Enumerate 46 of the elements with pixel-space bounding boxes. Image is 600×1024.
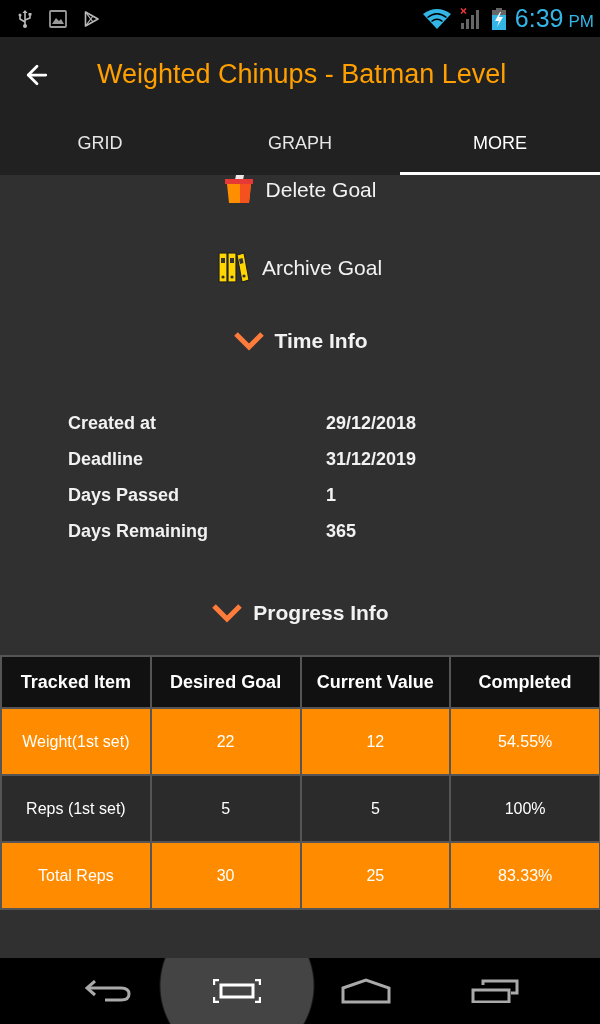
column-header: Current Value xyxy=(300,656,451,708)
table-cell: Reps (1st set) xyxy=(1,775,151,842)
recent-apps-icon xyxy=(471,979,519,1003)
clock-period: PM xyxy=(568,12,594,30)
delete-goal-button[interactable]: Delete Goal xyxy=(223,175,377,203)
table-cell: Total Reps xyxy=(1,842,151,909)
info-value: 31/12/2019 xyxy=(326,447,417,471)
signal-bars-icon xyxy=(459,8,482,29)
archive-goal-button[interactable]: Archive Goal xyxy=(217,252,383,283)
section-toggle[interactable]: Time Info xyxy=(232,329,368,353)
table-cell: 54.55% xyxy=(450,708,600,775)
tab[interactable]: GRAPH xyxy=(200,112,400,175)
battery-charging-icon xyxy=(491,7,506,30)
table-cell: 100% xyxy=(450,775,600,842)
clock-time: 6:39 xyxy=(514,6,564,31)
play-triangle-icon xyxy=(84,10,99,27)
table-cell: 12 xyxy=(300,708,451,775)
usb-icon xyxy=(18,9,32,28)
image-icon xyxy=(49,9,67,28)
screen-title: Weighted Chinups - Batman Level xyxy=(97,58,507,92)
info-label: Days Passed xyxy=(68,483,181,507)
column-header: Completed xyxy=(450,656,600,708)
screenshot-button[interactable] xyxy=(159,958,315,1024)
info-value: 1 xyxy=(326,483,336,507)
wifi-icon xyxy=(422,8,451,29)
info-value: 29/12/2018 xyxy=(326,411,417,435)
table-cell: 25 xyxy=(300,842,451,909)
table-cell: 5 xyxy=(300,775,451,842)
table-cell: 22 xyxy=(150,708,301,775)
section-toggle[interactable]: Progress Info xyxy=(211,601,389,625)
binders-icon xyxy=(217,252,250,283)
back-icon xyxy=(85,980,131,1002)
column-header: Desired Goal xyxy=(150,656,301,708)
info-label: Created at xyxy=(68,411,158,435)
table-cell: 83.33% xyxy=(450,842,600,909)
table-cell: 30 xyxy=(150,842,301,909)
info-label: Deadline xyxy=(68,447,145,471)
info-value: 365 xyxy=(326,519,357,543)
trash-bin-icon xyxy=(223,175,254,203)
table-cell: 5 xyxy=(150,775,301,842)
table-cell: Weight(1st set) xyxy=(1,708,151,775)
column-header: Tracked Item xyxy=(1,656,151,708)
tab[interactable]: GRID xyxy=(0,112,200,175)
screenshot-frame-icon xyxy=(213,979,261,1003)
home-icon xyxy=(341,978,391,1004)
info-label: Days Remaining xyxy=(68,519,210,543)
